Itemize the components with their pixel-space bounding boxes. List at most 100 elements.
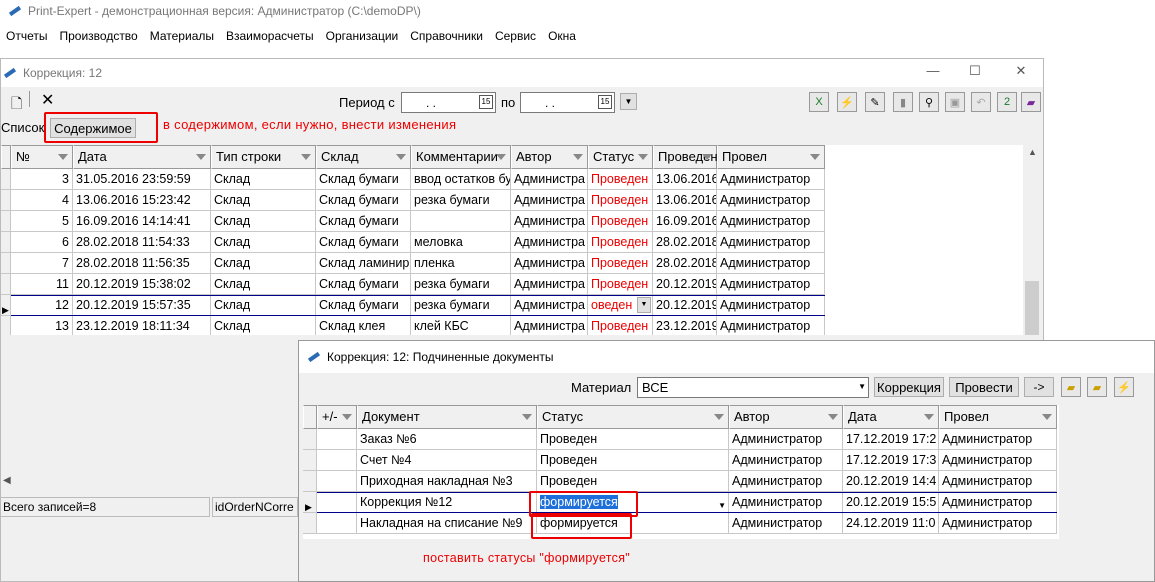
table-cell[interactable]: 31.05.2016 23:59:59 xyxy=(73,169,211,190)
table-cell[interactable]: Заказ №6 xyxy=(357,429,537,450)
table-cell[interactable] xyxy=(317,471,357,492)
row-marker[interactable] xyxy=(1,232,11,253)
table-cell[interactable]: Проведен xyxy=(588,316,653,337)
row-marker[interactable] xyxy=(1,211,11,232)
column-header[interactable]: Статус xyxy=(588,145,653,169)
save-icon[interactable]: ▣ xyxy=(945,92,965,112)
edit-icon[interactable]: ✎ xyxy=(865,92,885,112)
sort-arrow-icon[interactable] xyxy=(196,154,206,160)
row-marker[interactable] xyxy=(1,316,11,337)
table-cell[interactable]: Проведен xyxy=(588,169,653,190)
column-header[interactable]: Провел xyxy=(939,405,1057,429)
table-cell[interactable]: Администратор xyxy=(717,211,825,232)
table-cell[interactable]: Администратор xyxy=(729,471,843,492)
column-header[interactable]: Статус xyxy=(537,405,729,429)
column-header[interactable]: Провел xyxy=(717,145,825,169)
print-icon[interactable]: ▮ xyxy=(893,92,913,112)
column-header[interactable]: Документ xyxy=(357,405,537,429)
table-cell[interactable]: Склад бумаги xyxy=(316,274,411,295)
table-cell[interactable]: Администратор xyxy=(717,316,825,337)
table-cell[interactable]: 28.02.2018 xyxy=(653,232,717,253)
column-header[interactable]: Склад xyxy=(316,145,411,169)
table-cell[interactable]: 16.09.2016 xyxy=(653,211,717,232)
table-cell[interactable]: Администра xyxy=(511,274,588,295)
sort-arrow-icon[interactable] xyxy=(702,154,712,160)
table-cell[interactable]: Администра xyxy=(511,211,588,232)
table-cell[interactable]: резка бумаги xyxy=(411,190,511,211)
table-cell[interactable]: 23.12.2019 xyxy=(653,316,717,337)
sort-arrow-icon[interactable] xyxy=(496,154,506,160)
sort-arrow-icon[interactable] xyxy=(638,154,648,160)
lightning-icon[interactable]: ⚡ xyxy=(1114,377,1134,397)
sort-arrow-icon[interactable] xyxy=(396,154,406,160)
column-header[interactable]: Дата xyxy=(843,405,939,429)
table-cell[interactable]: 4 xyxy=(11,190,73,211)
menu-item[interactable]: Организации xyxy=(320,29,405,43)
column-header[interactable]: № xyxy=(11,145,73,169)
table-cell[interactable]: меловка xyxy=(411,232,511,253)
table-cell[interactable]: 28.02.2018 xyxy=(653,253,717,274)
scroll-up-icon[interactable]: ▲ xyxy=(1028,147,1037,157)
menu-item[interactable]: Производство xyxy=(53,29,143,43)
table-cell[interactable]: 17.12.2019 17:2 xyxy=(843,429,939,450)
table-cell[interactable]: Администратор xyxy=(717,274,825,295)
table-cell[interactable]: 16.09.2016 14:14:41 xyxy=(73,211,211,232)
table-cell[interactable]: Администратор xyxy=(939,471,1057,492)
row-marker[interactable] xyxy=(303,471,317,492)
column-header[interactable]: Автор xyxy=(729,405,843,429)
period-dropdown-button[interactable]: ▼ xyxy=(620,93,637,110)
table-cell[interactable] xyxy=(411,211,511,232)
table-cell[interactable]: Накладная на списание №9 xyxy=(357,513,537,534)
menu-item[interactable]: Взаиморасчеты xyxy=(220,29,320,43)
table-cell[interactable]: Администратор xyxy=(717,253,825,274)
column-header[interactable]: Тип строки xyxy=(211,145,316,169)
table-cell[interactable]: резка бумаги xyxy=(411,274,511,295)
table-cell[interactable]: 20.12.2019 14:4 xyxy=(843,471,939,492)
folder-icon[interactable]: ▰ xyxy=(1087,377,1107,397)
menu-item[interactable]: Материалы xyxy=(144,29,220,43)
calendar-icon[interactable]: 15 xyxy=(479,95,493,109)
maximize-icon[interactable]: ☐ xyxy=(965,63,985,79)
table-cell[interactable]: клей КБС xyxy=(411,316,511,337)
table-cell[interactable]: 23.12.2019 18:11:34 xyxy=(73,316,211,337)
table-cell[interactable]: Склад бумаги xyxy=(316,190,411,211)
sort-arrow-icon[interactable] xyxy=(522,414,532,420)
table-cell[interactable]: Проведен xyxy=(588,274,653,295)
column-header[interactable]: Комментарии xyxy=(411,145,511,169)
sort-arrow-icon[interactable] xyxy=(810,154,820,160)
row-marker[interactable] xyxy=(1,190,11,211)
table-cell[interactable]: 6 xyxy=(11,232,73,253)
table-cell[interactable]: Проведен xyxy=(537,471,729,492)
calendar-icon[interactable]: 15 xyxy=(598,95,612,109)
table-cell[interactable]: Проведен xyxy=(537,429,729,450)
material-select[interactable]: ВСЕ ▼ xyxy=(637,377,869,398)
table-cell[interactable]: Администратор xyxy=(729,513,843,534)
table-cell[interactable]: Склад ламинир xyxy=(316,253,411,274)
table-cell[interactable]: Администратор xyxy=(717,190,825,211)
table-cell[interactable]: 28.02.2018 11:54:33 xyxy=(73,232,211,253)
new-doc-icon[interactable]: 🗋 xyxy=(11,93,22,117)
scroll-thumb[interactable] xyxy=(1025,281,1039,335)
vertical-scrollbar[interactable]: ▲ xyxy=(1024,145,1042,345)
table-cell[interactable]: Склад бумаги xyxy=(316,232,411,253)
close-icon[interactable]: ✕ xyxy=(1011,63,1031,79)
table-cell[interactable]: пленка xyxy=(411,253,511,274)
row-marker[interactable]: ▶ xyxy=(303,492,317,513)
table-cell[interactable] xyxy=(317,513,357,534)
table-cell[interactable]: Администратор xyxy=(717,232,825,253)
table-cell[interactable]: Проведен xyxy=(588,190,653,211)
menu-item[interactable]: Справочники xyxy=(404,29,489,43)
table-cell[interactable]: Проведен xyxy=(588,253,653,274)
table-cell[interactable]: 20.12.2019 xyxy=(653,274,717,295)
table-cell[interactable]: Администратор xyxy=(939,513,1057,534)
table-cell[interactable]: Приходная накладная №3 xyxy=(357,471,537,492)
table-cell[interactable]: 3 xyxy=(11,169,73,190)
table-cell[interactable]: Проведен xyxy=(588,211,653,232)
excel-icon[interactable]: X xyxy=(809,92,829,112)
row-marker[interactable] xyxy=(303,513,317,534)
menu-item[interactable]: Окна xyxy=(542,29,582,43)
row-marker[interactable]: ▶ xyxy=(1,295,11,316)
table-cell[interactable]: 17.12.2019 17:3 xyxy=(843,450,939,471)
table-cell[interactable]: Администра xyxy=(511,190,588,211)
forward-button[interactable]: -> xyxy=(1024,377,1054,397)
